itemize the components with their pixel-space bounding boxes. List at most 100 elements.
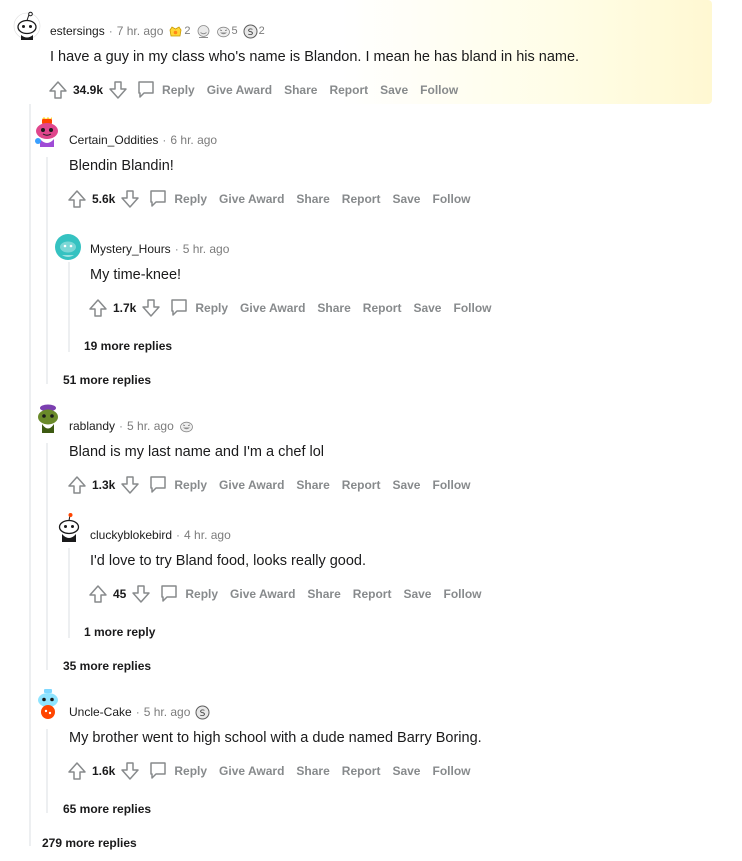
downvote-icon[interactable]: [141, 298, 161, 318]
separator-dot: ·: [135, 705, 140, 719]
thread-line[interactable]: [29, 104, 31, 846]
svg-text:S: S: [247, 28, 253, 38]
save-button[interactable]: Save: [392, 192, 420, 206]
author-name[interactable]: Mystery_Hours: [90, 242, 171, 256]
separator-dot: ·: [119, 419, 124, 433]
comment-body: Bland is my last name and I'm a chef lol: [69, 444, 325, 460]
more-replies-link[interactable]: 65 more replies: [63, 802, 151, 816]
downvote-icon[interactable]: [108, 80, 128, 100]
timestamp[interactable]: 5 hr. ago: [127, 419, 174, 433]
save-button[interactable]: Save: [392, 764, 420, 778]
comment-bubble-icon: [169, 297, 189, 320]
share-button[interactable]: Share: [296, 478, 329, 492]
thread-line[interactable]: [46, 443, 48, 670]
give-award-button[interactable]: Give Award: [240, 301, 305, 315]
report-button[interactable]: Report: [342, 192, 381, 206]
thread-line[interactable]: [68, 548, 70, 638]
report-button[interactable]: Report: [329, 83, 368, 97]
snoo-avatar[interactable]: [32, 117, 62, 147]
share-button[interactable]: Share: [317, 301, 350, 315]
share-button[interactable]: Share: [284, 83, 317, 97]
follow-button[interactable]: Follow: [432, 192, 470, 206]
save-button[interactable]: Save: [380, 83, 408, 97]
separator-dot: ·: [108, 24, 113, 38]
reply-button[interactable]: Reply: [151, 583, 218, 606]
author-name[interactable]: cluckyblokebird: [90, 528, 172, 542]
upvote-icon[interactable]: [67, 475, 87, 495]
more-replies-link[interactable]: 35 more replies: [63, 659, 151, 673]
more-replies-link[interactable]: 279 more replies: [42, 836, 137, 850]
share-button[interactable]: Share: [296, 192, 329, 206]
give-award-button[interactable]: Give Award: [219, 764, 284, 778]
author-name[interactable]: Uncle-Cake: [69, 705, 132, 719]
snoo-avatar[interactable]: [33, 689, 63, 719]
timestamp[interactable]: 5 hr. ago: [183, 242, 230, 256]
report-button[interactable]: Report: [342, 478, 381, 492]
save-button[interactable]: Save: [403, 587, 431, 601]
follow-button[interactable]: Follow: [443, 587, 481, 601]
author-name[interactable]: estersings: [50, 24, 105, 38]
comment-actions: 1.7k Reply Give Award Share Report Save …: [88, 296, 503, 320]
thread-line[interactable]: [46, 157, 48, 384]
reply-button[interactable]: Reply: [140, 760, 207, 783]
comment-body: I have a guy in my class who's name is B…: [50, 49, 580, 65]
thread-line[interactable]: [68, 262, 70, 352]
upvote-icon[interactable]: [48, 80, 68, 100]
downvote-icon[interactable]: [120, 475, 140, 495]
report-button[interactable]: Report: [353, 587, 392, 601]
give-award-button[interactable]: Give Award: [219, 192, 284, 206]
report-button[interactable]: Report: [363, 301, 402, 315]
timestamp[interactable]: 6 hr. ago: [170, 133, 217, 147]
downvote-icon[interactable]: [120, 761, 140, 781]
share-button[interactable]: Share: [307, 587, 340, 601]
thread-line[interactable]: [46, 729, 48, 813]
separator-dot: ·: [162, 133, 167, 147]
follow-button[interactable]: Follow: [420, 83, 458, 97]
downvote-icon[interactable]: [120, 189, 140, 209]
give-award-button[interactable]: Give Award: [207, 83, 272, 97]
laughing-award-icon[interactable]: [179, 419, 194, 434]
snoo-avatar[interactable]: [33, 403, 63, 433]
downvote-icon[interactable]: [131, 584, 151, 604]
give-award-button[interactable]: Give Award: [230, 587, 295, 601]
follow-button[interactable]: Follow: [432, 478, 470, 492]
reply-button[interactable]: Reply: [140, 188, 207, 211]
comment-meta: Mystery_Hours · 5 hr. ago: [90, 241, 229, 257]
timestamp[interactable]: 5 hr. ago: [144, 705, 191, 719]
upvote-icon[interactable]: [67, 189, 87, 209]
report-button[interactable]: Report: [342, 764, 381, 778]
author-name[interactable]: Certain_Oddities: [69, 133, 158, 147]
upvote-icon[interactable]: [67, 761, 87, 781]
upvote-icon[interactable]: [88, 584, 108, 604]
snoo-avatar[interactable]: [54, 233, 82, 261]
snoo-avatar[interactable]: [54, 512, 84, 542]
reply-button[interactable]: Reply: [128, 79, 195, 102]
reply-button[interactable]: Reply: [140, 474, 207, 497]
award-count: 2: [258, 25, 265, 37]
author-name[interactable]: rablandy: [69, 419, 115, 433]
silver-award-icon[interactable]: S: [195, 705, 210, 720]
follow-button[interactable]: Follow: [432, 764, 470, 778]
laughing-award-icon[interactable]: [216, 24, 231, 39]
more-replies-link[interactable]: 1 more reply: [84, 625, 155, 639]
wholesome-award-icon[interactable]: [196, 24, 211, 39]
upvote-icon[interactable]: [88, 298, 108, 318]
reply-button[interactable]: Reply: [161, 297, 228, 320]
share-button[interactable]: Share: [296, 764, 329, 778]
timestamp[interactable]: 4 hr. ago: [184, 528, 231, 542]
helpful-award-icon[interactable]: [168, 24, 183, 39]
more-replies-link[interactable]: 51 more replies: [63, 373, 151, 387]
comment-actions: 1.3k Reply Give Award Share Report Save …: [67, 473, 482, 497]
silver-award-icon[interactable]: S: [243, 24, 258, 39]
give-award-button[interactable]: Give Award: [219, 478, 284, 492]
more-replies-link[interactable]: 19 more replies: [84, 339, 172, 353]
comment-actions: 5.6k Reply Give Award Share Report Save …: [67, 187, 482, 211]
comment-bubble-icon: [148, 760, 168, 783]
timestamp[interactable]: 7 hr. ago: [117, 24, 164, 38]
follow-button[interactable]: Follow: [453, 301, 491, 315]
vote-score: 5.6k: [92, 192, 116, 206]
save-button[interactable]: Save: [392, 478, 420, 492]
save-button[interactable]: Save: [413, 301, 441, 315]
comment-bubble-icon: [148, 188, 168, 211]
snoo-avatar[interactable]: [12, 10, 42, 40]
